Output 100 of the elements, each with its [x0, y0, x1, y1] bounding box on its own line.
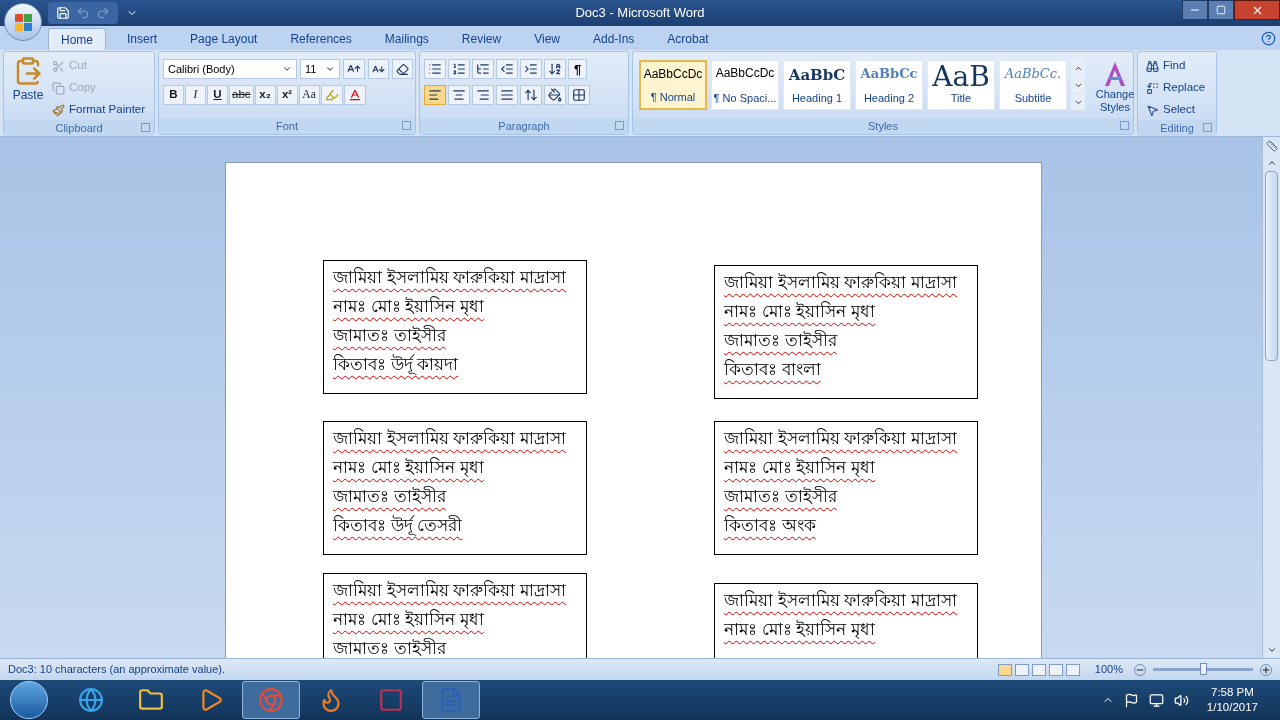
font-color-button[interactable]: [343, 85, 366, 105]
help-icon[interactable]: [1261, 31, 1276, 46]
format-button[interactable]: I: [185, 85, 206, 105]
text-box[interactable]: জামিয়া ইসলামিয় ফারুকিয়া মাদ্রাসা নামঃ মোঃ ইয়াসিন মৃধা জামাতঃ তাইসীর কিতাবঃ উর্দূ তেসরী: [323, 421, 587, 555]
show-marks-button[interactable]: ¶: [568, 59, 588, 79]
volume-icon[interactable]: [1173, 692, 1189, 708]
clock-date[interactable]: 1/10/2017: [1206, 700, 1258, 715]
style-swatch[interactable]: AaBbCc. Subtitle: [999, 60, 1067, 110]
dropdown-icon: [282, 64, 292, 74]
ruler-icon[interactable]: [1266, 140, 1278, 152]
office-button[interactable]: [4, 3, 42, 41]
font-name-field[interactable]: Calibri (Body): [163, 59, 297, 79]
text-line: জামাতঃ তাইসীর: [724, 329, 837, 352]
text-line: জামিয়া ইসলামিয় ফারুকিয়া মাদ্রাসা: [333, 427, 567, 450]
text-box[interactable]: জামিয়া ইসলামিয় ফারুকিয়া মাদ্রাসা নামঃ মোঃ ইয়াসিন মৃধা জামাতঃ তাইসীর কিতাবঃ উর্দূ কায়দা: [323, 260, 587, 394]
format-button[interactable]: Aa: [298, 85, 320, 105]
window-title: Doc3 - Microsoft Word: [575, 4, 705, 23]
text-line: নামঃ মোঃ ইয়াসিন মৃধা: [333, 295, 485, 318]
bullets-button[interactable]: [424, 59, 446, 79]
change-styles-button[interactable]: Change Styles: [1089, 60, 1141, 118]
clipboard-item[interactable]: Format Painter: [52, 100, 146, 120]
shading-button[interactable]: [544, 85, 566, 105]
text-box[interactable]: জামিয়া ইসলামিয় ফারুকিয়া মাদ্রাসা নামঃ মোঃ ইয়াসিন মৃধা জামাতঃ তাইসীর কিতাবঃ বাংলা: [714, 265, 978, 399]
editing-button[interactable]: Select: [1146, 100, 1206, 120]
align-button[interactable]: [496, 85, 518, 105]
minimize-button[interactable]: [1182, 0, 1208, 20]
decrease-indent-button[interactable]: [496, 59, 518, 79]
save-icon[interactable]: [56, 6, 70, 20]
font-size-field[interactable]: 11: [300, 59, 340, 79]
ribbon-tab[interactable]: Home: [48, 28, 106, 50]
start-button[interactable]: [10, 681, 48, 719]
increase-indent-icon: [524, 62, 538, 76]
format-button[interactable]: B: [163, 85, 184, 105]
clear-formatting-button[interactable]: [392, 59, 413, 79]
ribbon-tab[interactable]: Page Layout: [178, 28, 270, 50]
scissors-icon: [52, 59, 65, 73]
network-icon[interactable]: [1148, 692, 1164, 708]
decrease-indent-icon: [500, 62, 514, 76]
align-button[interactable]: [424, 85, 446, 105]
group-label: Clipboard: [55, 120, 103, 136]
paint-bucket-icon: [548, 88, 562, 102]
close-button[interactable]: [1234, 0, 1280, 20]
ribbon-tab[interactable]: Acrobat: [655, 28, 721, 50]
ribbon-tab[interactable]: Mailings: [372, 28, 441, 50]
paste-button[interactable]: Paste: [8, 56, 48, 104]
globe-icon: [78, 687, 104, 713]
editing-button[interactable]: Find: [1146, 56, 1206, 76]
text-box[interactable]: জামিয়া ইসলামিয় ফারুকিয়া মাদ্রাসা নামঃ মোঃ ইয়াসিন মৃধা জামাতঃ তাইসীর কিতাবঃ অংক: [714, 421, 978, 555]
letter-a-icon: [1102, 60, 1128, 88]
multilevel-list-icon: [476, 62, 490, 76]
text-line: কিতাবঃ অংক: [724, 514, 816, 537]
sort-icon: [548, 62, 562, 76]
ribbon-tab[interactable]: Add-Ins: [580, 28, 647, 50]
multilevel-list-button[interactable]: [472, 59, 494, 79]
style-swatch[interactable]: AaB Title: [927, 60, 995, 110]
style-swatch[interactable]: AaBbCcDc ¶ No Spaci...: [711, 60, 779, 110]
ribbon-tab[interactable]: References: [278, 28, 364, 50]
text-line: জামিয়া ইসলামিয় ফারুকিয়া মাদ্রাসা: [333, 266, 567, 289]
view-icon[interactable]: [1065, 663, 1080, 676]
group-label: Font: [276, 118, 298, 134]
editing-button[interactable]: Replace: [1146, 78, 1206, 98]
text-box[interactable]: জামিয়া ইসলামিয় ফারুকিয়া মাদ্রাসা নামঃ মোঃ ইয়াসিন মৃধা জামাতঃ তাইসীর: [323, 573, 587, 658]
view-icon[interactable]: [1031, 663, 1046, 676]
ribbon-tab[interactable]: View: [522, 28, 572, 50]
text-line: জামাতঃ তাইসীর: [724, 485, 837, 508]
format-button[interactable]: U: [207, 85, 228, 105]
restore-button[interactable]: [1208, 0, 1234, 20]
format-button[interactable]: x²: [276, 85, 298, 105]
zoom-slider-thumb[interactable]: [1200, 663, 1207, 675]
increase-indent-button[interactable]: [520, 59, 542, 79]
group-label: Styles: [868, 118, 898, 134]
text-line: জামিয়া ইসলামিয় ফারুকিয়া মাদ্রাসা: [724, 271, 958, 294]
text-box[interactable]: জামিয়া ইসলামিয় ফারুকিয়া মাদ্রাসা নামঃ মোঃ ইয়াসিন মৃধা: [714, 583, 978, 658]
align-button[interactable]: [472, 85, 494, 105]
style-swatch[interactable]: AaBbC Heading 1: [783, 60, 851, 110]
ribbon-tab[interactable]: Insert: [115, 28, 170, 50]
line-spacing-button[interactable]: [520, 85, 542, 105]
group-label: Paragraph: [498, 118, 550, 134]
format-button[interactable]: abc: [229, 85, 254, 105]
shrink-font-button[interactable]: [368, 59, 389, 79]
view-icon[interactable]: [1048, 663, 1063, 676]
grow-font-button[interactable]: [343, 59, 365, 79]
view-icon[interactable]: [1014, 663, 1029, 676]
ribbon-tab[interactable]: Review: [449, 28, 514, 50]
restore-icon: [1216, 5, 1226, 15]
text-line: জামিয়া ইসলামিয় ফারুকিয়া মাদ্রাসা: [724, 589, 958, 612]
group-label: Editing: [1160, 120, 1194, 136]
borders-button[interactable]: [568, 85, 590, 105]
clock-time[interactable]: 7:58 PM: [1211, 685, 1254, 700]
align-button[interactable]: [448, 85, 470, 105]
numbering-button[interactable]: [448, 59, 470, 79]
scrollbar-thumb[interactable]: [1265, 171, 1278, 361]
line-spacing-icon: [524, 88, 538, 102]
flag-icon[interactable]: [1123, 692, 1139, 708]
text-line: জামাতঃ তাইসীর: [333, 324, 446, 347]
style-swatch[interactable]: AaBbCcDc ¶ Normal: [639, 60, 707, 110]
zoom-level[interactable]: 100%: [1094, 661, 1123, 678]
format-button[interactable]: x₂: [254, 85, 276, 105]
style-swatch[interactable]: AaBbCc Heading 2: [855, 60, 923, 110]
sort-button[interactable]: [544, 59, 566, 79]
